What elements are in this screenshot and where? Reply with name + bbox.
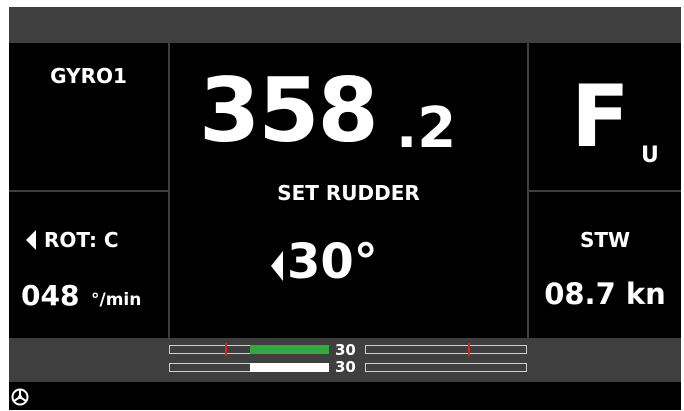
rudder-fill-white xyxy=(250,363,329,372)
stw-value: 08.7 kn xyxy=(544,277,666,311)
rot-direction-icon xyxy=(26,230,36,254)
rudder-direction-icon xyxy=(271,251,283,285)
rot-label: ROT: C xyxy=(44,228,119,252)
rudder-top-label: 30 xyxy=(335,341,356,359)
rudder-bar-starboard-bottom xyxy=(365,363,527,372)
rot-unit: °/min xyxy=(91,290,142,310)
set-rudder-value: 30° xyxy=(287,234,378,290)
divider-right-mid xyxy=(529,190,681,192)
rudder-indicator-strip: 30 30 xyxy=(9,338,681,382)
heading-decimal: .2 xyxy=(396,96,457,161)
divider-left-mid xyxy=(9,190,168,192)
footer-bar xyxy=(9,382,681,410)
autopilot-display: GYRO1 ROT: C 048 °/min 358 .2 SET RUDDER… xyxy=(9,7,681,410)
heading-source-label: GYRO1 xyxy=(50,64,127,88)
rudder-limit-marker-port xyxy=(225,343,227,356)
rudder-bottom-label: 30 xyxy=(335,358,356,376)
steering-wheel-icon[interactable] xyxy=(11,388,29,410)
stw-label: STW xyxy=(579,228,631,252)
rudder-bar-starboard-top xyxy=(365,345,527,354)
rudder-limit-marker-starboard xyxy=(468,343,470,356)
set-rudder-label: SET RUDDER xyxy=(277,181,420,205)
heading-value: 358 xyxy=(199,59,379,162)
rot-value: 048 xyxy=(21,279,80,312)
mode-letter: F xyxy=(571,67,630,167)
mode-sub: U xyxy=(641,143,659,168)
top-bar xyxy=(9,7,681,43)
rudder-fill-green xyxy=(250,345,329,354)
